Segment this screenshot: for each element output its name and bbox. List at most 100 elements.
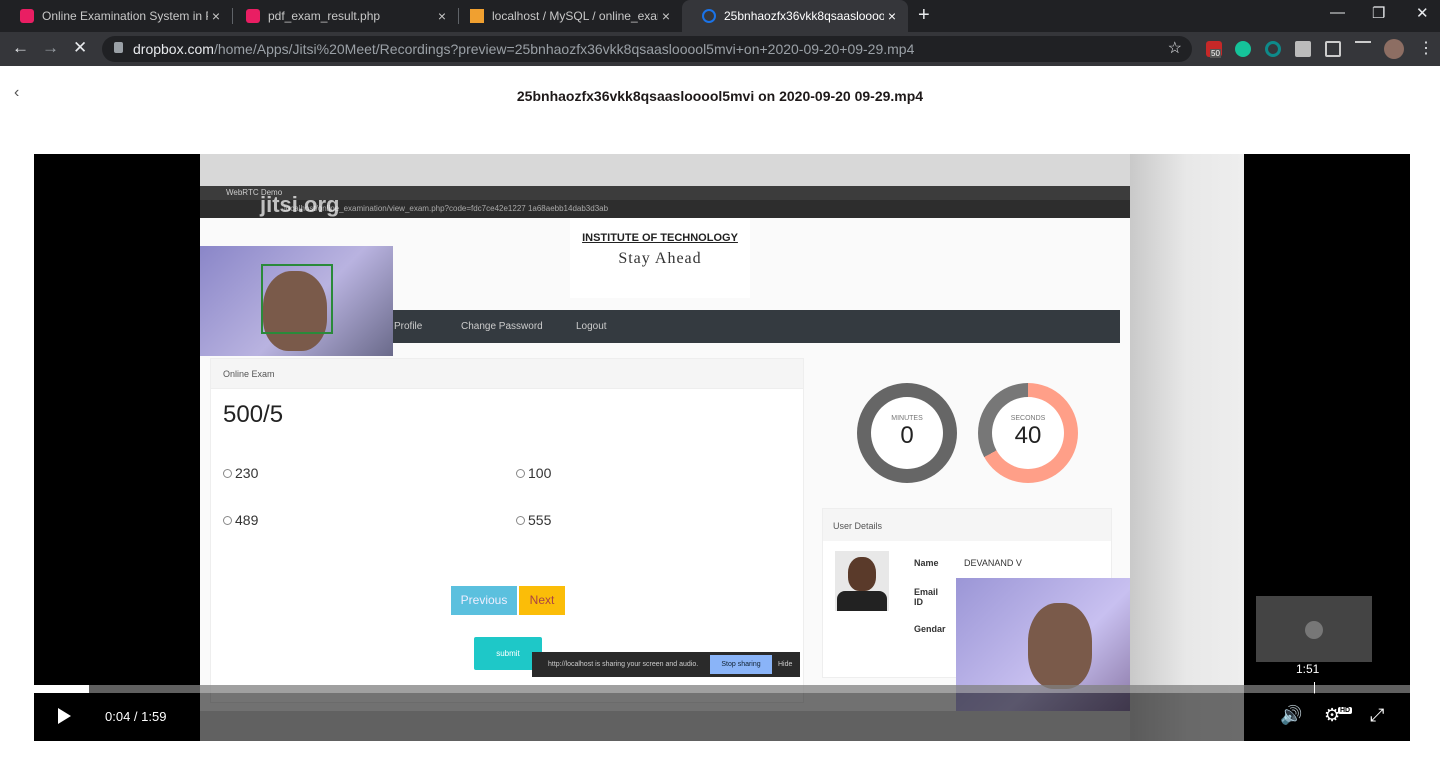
minutes-label: MINUTES (891, 415, 923, 422)
stop-sharing-button: Stop sharing (710, 655, 772, 674)
face (1028, 603, 1092, 689)
cast-icon[interactable] (1325, 41, 1341, 57)
menu-logout: Logout (576, 321, 607, 332)
close-tab-icon[interactable]: × (434, 8, 450, 24)
close-tab-icon[interactable]: × (884, 8, 900, 24)
seconds-label: SECONDS (1010, 415, 1046, 422)
stop-loading-icon[interactable]: ✕ (73, 38, 87, 58)
forward-arrow-icon[interactable]: → (42, 38, 59, 58)
fullscreen-icon[interactable]: ⤢ (1370, 705, 1384, 726)
lock-icon (114, 42, 123, 53)
tab-title: localhost / MySQL / online_exam (492, 9, 658, 23)
browser-menu-icon[interactable]: ⋮ (1418, 38, 1434, 58)
face (848, 557, 876, 591)
tab-favicon-icon (246, 9, 260, 23)
minutes-value: 0 (900, 422, 914, 449)
jitsi-watermark: jitsi.org (260, 192, 340, 217)
share-message: http://localhost is sharing your screen … (548, 661, 699, 668)
previous-button: Previous (451, 586, 517, 615)
grammarly-extension-icon[interactable] (1235, 41, 1251, 57)
avatar-icon (1305, 621, 1323, 639)
loading-spinner-icon (702, 9, 716, 23)
blurred-background (1130, 154, 1244, 741)
seek-preview-thumbnail (1256, 596, 1372, 662)
institute-logo: INSTITUTE OF TECHNOLOGY Stay Ahead (570, 218, 750, 298)
label-name: Name (914, 558, 939, 568)
minutes-timer: MINUTES 0 (857, 383, 957, 483)
close-tab-icon[interactable]: × (208, 8, 224, 24)
tab-title: pdf_exam_result.php (268, 9, 381, 23)
player-controls: 0:04 / 1:59 🔊 ⚙ HD ⤢ (34, 693, 1410, 741)
back-arrow-icon[interactable]: ← (12, 38, 29, 58)
question-text: 500/5 (223, 401, 284, 428)
institute-tagline: Stay Ahead (618, 250, 702, 267)
hd-badge: HD (1338, 707, 1353, 714)
close-window-button[interactable]: ✕ (1416, 4, 1429, 22)
video-player[interactable]: WebRTC Demo localhost/online_examination… (34, 154, 1410, 741)
tab-pdf-exam-result[interactable]: pdf_exam_result.php × (226, 0, 458, 32)
tab-online-exam-system[interactable]: Online Examination System in PHP × (0, 0, 232, 32)
seconds-value: 40 (1014, 422, 1042, 449)
time-display: 0:04 / 1:59 (105, 709, 166, 724)
option-1: 230 (223, 465, 258, 481)
phpmyadmin-sail-icon (470, 9, 484, 23)
media-queue-icon[interactable] (1355, 41, 1371, 57)
tab-title: 25bnhaozfx36vkk8qsaaslooool5mvi (724, 9, 884, 23)
recorded-screen: WebRTC Demo localhost/online_examination… (200, 186, 1130, 711)
seconds-timer: SECONDS 40 (978, 383, 1078, 483)
option-2: 100 (516, 465, 551, 481)
shirt (837, 591, 887, 611)
browser-toolbar: ← → ✕ dropbox.com/home/Apps/Jitsi%20Meet… (0, 32, 1440, 66)
value-name: DEVANAND V (964, 558, 1022, 568)
label-gender: Gendar (914, 624, 946, 634)
play-icon[interactable] (58, 708, 71, 724)
tab-title: Online Examination System in PHP (42, 9, 208, 23)
video-frame: WebRTC Demo localhost/online_examination… (200, 154, 1244, 741)
current-time: 0:04 (105, 709, 131, 724)
duration: 1:59 (141, 709, 167, 724)
tab-dropbox-recording[interactable]: 25bnhaozfx36vkk8qsaaslooool5mvi × (682, 0, 908, 32)
seek-bar-progress (34, 685, 90, 693)
recorded-address-bar: localhost/online_examination/view_exam.p… (200, 200, 1130, 218)
user-photo (835, 551, 889, 611)
hide-link: Hide (778, 661, 793, 668)
puzzle-extensions-icon[interactable] (1295, 41, 1311, 57)
menu-profile: Profile (394, 321, 423, 332)
webcam-preview (200, 246, 393, 356)
minimize-button[interactable]: — (1330, 4, 1345, 21)
option-4: 555 (516, 512, 551, 528)
tab-favicon-icon (20, 9, 34, 23)
close-tab-icon[interactable]: × (658, 8, 674, 24)
institute-name: INSTITUTE OF TECHNOLOGY (582, 232, 738, 244)
exam-header: Online Exam (211, 359, 803, 389)
bookmark-star-icon[interactable]: ☆ (1168, 38, 1182, 58)
url-domain: dropbox.com (133, 41, 214, 57)
recorded-tab-strip: WebRTC Demo (200, 186, 1130, 200)
time-separator: / (130, 709, 142, 724)
profile-avatar[interactable] (1384, 39, 1404, 59)
ublock-extension-icon[interactable]: 50 (1206, 41, 1222, 58)
screen-share-bar: http://localhost is sharing your screen … (532, 652, 800, 677)
extension-badge: 50 (1210, 49, 1221, 58)
url-text: dropbox.com/home/Apps/Jitsi%20Meet/Recor… (133, 41, 914, 57)
seek-bar[interactable] (34, 682, 1410, 694)
file-title: 25bnhaozfx36vkk8qsaaslooool5mvi on 2020-… (516, 88, 924, 104)
browser-tab-strip: Online Examination System in PHP × pdf_e… (0, 0, 1440, 32)
restore-button[interactable]: ❐ (1372, 4, 1385, 22)
timer-center: SECONDS 40 (992, 397, 1064, 469)
menu-change-password: Change Password (461, 321, 543, 332)
url-path: /home/Apps/Jitsi%20Meet/Recordings?previ… (213, 41, 915, 57)
dropbox-preview-page: ‹ 25bnhaozfx36vkk8qsaaslooool5mvi on 202… (0, 66, 1440, 776)
volume-icon[interactable]: 🔊 (1280, 705, 1302, 726)
extension-icon[interactable] (1265, 41, 1281, 57)
timer-center: MINUTES 0 (871, 397, 943, 469)
user-details-header: User Details (823, 509, 1111, 541)
seek-preview-time: 1:51 (1296, 662, 1320, 676)
tab-phpmyadmin[interactable]: localhost / MySQL / online_exam × (450, 0, 682, 32)
face-detection-box (261, 264, 333, 334)
option-3: 489 (223, 512, 258, 528)
label-email: Email ID (914, 587, 939, 607)
address-bar[interactable]: dropbox.com/home/Apps/Jitsi%20Meet/Recor… (102, 36, 1192, 62)
next-button: Next (519, 586, 565, 615)
new-tab-button[interactable]: + (918, 4, 930, 27)
